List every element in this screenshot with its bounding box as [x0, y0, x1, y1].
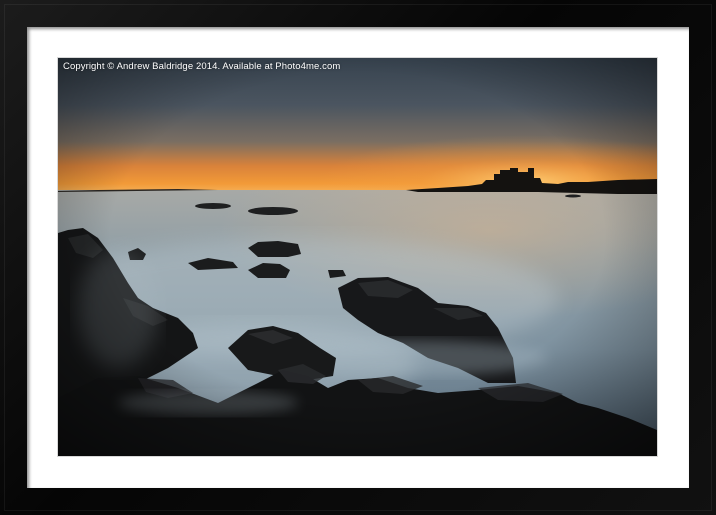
copyright-watermark: Copyright © Andrew Baldridge 2014. Avail… [63, 61, 341, 72]
framed-photo: Copyright © Andrew Baldridge 2014. Avail… [58, 58, 657, 456]
vignette [58, 58, 657, 456]
photo-image [58, 58, 657, 456]
